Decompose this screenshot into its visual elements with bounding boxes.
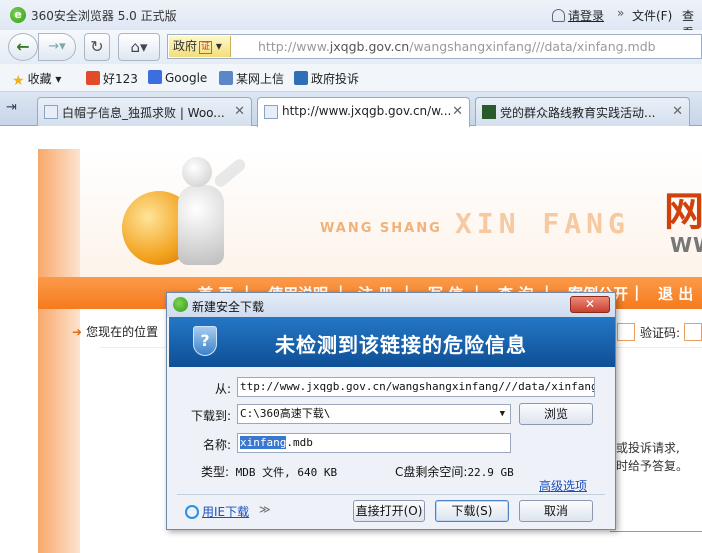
header-tag-small: WANG SHANG [320,221,442,236]
chevron-down-icon[interactable]: ≫ [259,503,271,516]
divider [610,531,702,532]
captcha-input[interactable] [684,323,702,341]
tab-2[interactable]: http://www.jxqgb.gov.cn/w... ✕ [257,97,470,127]
navigation-bar: ← →▾ ↻ ⌂▾ 政府证 ▾ http://www.jxqgb.gov.cn/… [0,30,702,64]
mascot-body [178,185,224,265]
site-icon [219,71,233,85]
menu-sep: | [634,283,640,301]
shield-icon: ? [193,326,217,356]
safety-banner: ? 未检测到该链接的危险信息 [169,317,615,367]
tab-3[interactable]: 党的群众路线教育实践活动... ✕ [475,97,690,126]
google-icon [148,70,162,84]
title-bar: e 360安全浏览器 5.0 正式版 请登录 » 文件(F) 查看 [0,0,702,40]
fav-gov-complaint[interactable]: 政府投诉 [294,70,359,87]
home-button[interactable]: ⌂▾ [118,33,160,61]
download-button[interactable]: 下载(S) [435,500,509,522]
ie-icon [185,505,199,519]
download-dialog: 新建安全下载 ✕ ? 未检测到该链接的危险信息 从: ttp://www.jxq… [166,292,616,530]
menu-logout[interactable]: 退 出 [658,283,693,304]
captcha-label: 验证码: [640,326,681,340]
open-direct-button[interactable]: 直接打开(O) [353,500,425,522]
cert-icon: 证 [199,41,213,54]
favorites-bar: ★ 收藏 ▾ 好123 Google 某网上信 政府投诉 [0,64,702,92]
chevron-down-icon: ▼ [499,409,505,419]
divider [177,494,605,495]
fav-google[interactable]: Google [148,70,207,85]
saveto-select[interactable]: C:\360高速下载\ ▼ [237,404,511,424]
address-bar[interactable]: 政府证 ▾ http://www.jxqgb.gov.cn/wangshangx… [167,34,702,59]
ie-download-link[interactable]: 用IE下载 [185,503,249,520]
hao123-icon [86,71,100,85]
cancel-button[interactable]: 取消 [519,500,593,522]
forward-button[interactable]: →▾ [38,33,76,61]
refresh-button[interactable]: ↻ [84,33,110,61]
side-text: 或投诉请求, 时给予答复。 [616,441,689,473]
mascot-head [182,157,212,187]
name-label: 名称: [202,438,231,452]
close-icon[interactable]: ✕ [672,104,683,119]
browser-logo-icon: e [10,7,26,23]
login-label[interactable]: 请登录 [568,9,604,23]
party-icon [482,105,496,119]
from-label: 从: [214,382,231,396]
safety-message: 未检测到该链接的危险信息 [275,333,527,357]
disk-space: C盘剩余空间:22.9 GB [395,465,514,479]
breadcrumb: ➜ 您现在的位置 [72,325,159,339]
menu-file[interactable]: 文件(F) [632,7,672,24]
site-logo: 网 [664,189,702,235]
header-tag-big: XIN FANG [455,207,630,240]
left-stripe [38,149,80,553]
close-icon[interactable]: ✕ [452,104,463,119]
dialog-title: 新建安全下载 [192,300,265,314]
tab-1[interactable]: 白帽子信息_独孤求败 | Woo... ✕ [37,97,252,126]
favorites-menu[interactable]: ★ 收藏 ▾ [12,70,61,89]
site-logo-sub: WW [670,233,702,257]
browse-button[interactable]: 浏览 [519,403,593,425]
address-url[interactable]: http://www.jxqgb.gov.cn/wangshangxinfang… [258,39,656,54]
tab-bar: ⇥ 白帽子信息_独孤求败 | Woo... ✕ http://www.jxqgb.… [0,92,702,127]
login-link[interactable]: 请登录 [552,7,604,24]
dialog-title-bar[interactable]: 新建安全下载 ✕ [167,293,615,317]
browser-logo-icon [173,297,188,312]
more-icon[interactable]: » [617,6,624,20]
dialog-close-button[interactable]: ✕ [570,296,610,313]
back-button[interactable]: ← [8,33,38,61]
sidebar-toggle-icon[interactable]: ⇥ [6,100,28,118]
arrow-icon: ➜ [72,325,83,339]
file-type: 类型: MDB 文件, 640 KB [201,465,338,479]
close-icon[interactable]: ✕ [234,104,245,119]
edit-icon [294,71,308,85]
saveto-label: 下载到: [190,409,231,423]
fav-hao123[interactable]: 好123 [86,70,138,87]
window-title: 360安全浏览器 5.0 正式版 [31,9,177,23]
fav-site[interactable]: 某网上信 [219,70,284,87]
ie-page-icon [44,105,58,119]
star-icon: ★ [12,73,25,89]
filename-field[interactable]: xinfang.mdb [237,433,511,453]
ie-page-icon [264,105,278,119]
advanced-options-link[interactable]: 高级选项 [539,477,587,494]
from-url-field[interactable]: ttp://www.jxqgb.gov.cn/wangshangxinfang/… [237,377,595,397]
captcha-checkbox[interactable] [617,323,635,341]
gov-site-badge[interactable]: 政府证 ▾ [169,36,231,57]
user-icon [552,9,565,22]
